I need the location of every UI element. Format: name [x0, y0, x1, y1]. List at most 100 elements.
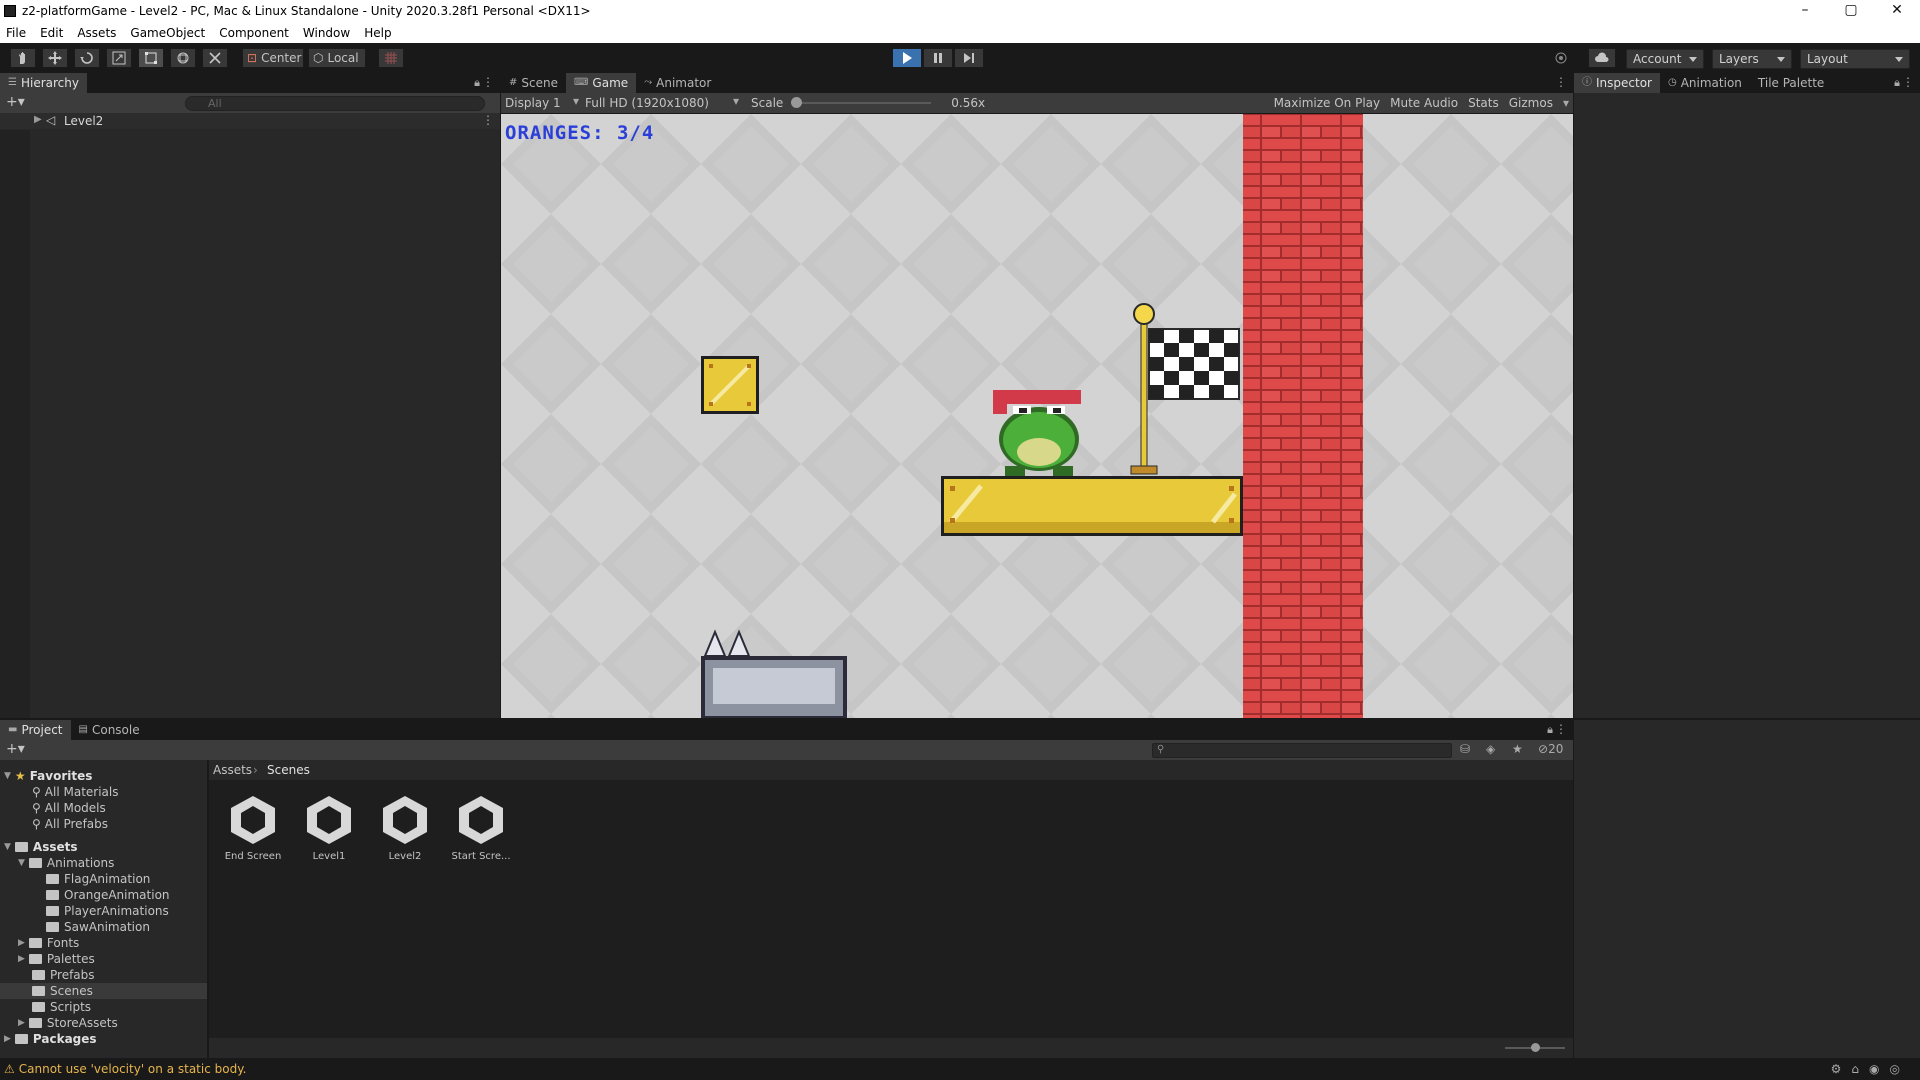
tab-inspector[interactable]: ⓘ Inspector [1574, 73, 1660, 93]
favorite-item[interactable]: ⚲ All Models [32, 800, 106, 816]
breadcrumb-scenes[interactable]: Scenes [267, 763, 310, 777]
tab-console[interactable]: ▤ Console [71, 720, 148, 740]
folder-item[interactable]: ▶ Palettes [18, 951, 95, 967]
folder-icon [32, 1002, 45, 1012]
status-message[interactable]: Cannot use 'velocity' on a static body. [19, 1062, 247, 1076]
minimize-button[interactable]: – [1782, 0, 1828, 22]
rect-tool-icon[interactable] [138, 48, 164, 68]
filter-type-icon[interactable]: ⛁ [1460, 742, 1470, 756]
favorite-item[interactable]: ⚲ All Prefabs [32, 816, 108, 832]
pivot-icon: ⊡ [247, 51, 258, 65]
menu-edit[interactable]: Edit [40, 26, 63, 40]
menu-assets[interactable]: Assets [77, 26, 116, 40]
assets-node[interactable]: ▼ Assets [4, 839, 78, 855]
favorite-star-icon[interactable]: ★ [1512, 742, 1523, 756]
folder-item[interactable]: ▶ Fonts [18, 935, 79, 951]
more-options-icon[interactable]: ⋮ [1902, 75, 1914, 89]
folder-label: Prefabs [50, 968, 95, 982]
tab-scene-label: Scene [521, 76, 558, 90]
packages-node[interactable]: ▶ Packages [4, 1031, 97, 1047]
hand-tool-icon[interactable] [10, 48, 36, 68]
gizmos-toggle[interactable]: Gizmos [1509, 96, 1553, 110]
icon-size-slider-thumb[interactable] [1531, 1043, 1540, 1052]
expand-arrow-icon[interactable]: ▶ [34, 114, 42, 125]
layers-dropdown[interactable]: Layers [1712, 49, 1792, 69]
pivot-space-toggle[interactable]: ⬡ Local [308, 48, 366, 68]
hierarchy-row-level2[interactable]: ▶ ◁ Level2 ⋮ [0, 113, 500, 129]
game-view[interactable]: ORANGES: 3/4 [501, 114, 1573, 718]
unity-scene-icon [383, 796, 427, 844]
tab-tile-palette[interactable]: Tile Palette [1750, 73, 1832, 93]
filter-label-icon[interactable]: ◈ [1486, 742, 1495, 756]
lock-icon[interactable]: 🔒︎ [1894, 76, 1900, 90]
folder-item[interactable]: Scripts [32, 999, 91, 1015]
folder-item[interactable]: FlagAnimation [46, 871, 150, 887]
layout-dropdown[interactable]: Layout [1800, 49, 1910, 69]
hierarchy-search-input[interactable]: All [185, 96, 485, 111]
account-dropdown[interactable]: Account [1626, 49, 1704, 69]
project-search-input[interactable]: ⚲ [1152, 743, 1452, 758]
folder-item[interactable]: ▶ StoreAssets [18, 1015, 118, 1031]
scene-asset[interactable]: Start Scre... [443, 792, 519, 862]
more-options-icon[interactable]: ⋮ [1555, 722, 1567, 736]
favorites-node[interactable]: ▼ ★ Favorites [4, 768, 92, 784]
play-button[interactable] [892, 48, 922, 68]
packages-label: Packages [32, 1032, 97, 1046]
cloud-icon[interactable] [1588, 48, 1616, 68]
scale-slider-thumb[interactable] [791, 97, 803, 108]
rotate-tool-icon[interactable] [74, 48, 100, 68]
tab-scene[interactable]: # Scene [501, 73, 566, 93]
folder-item-selected[interactable]: Scenes [0, 983, 207, 999]
more-options-icon[interactable]: ⋮ [482, 75, 494, 89]
move-tool-icon[interactable] [42, 48, 68, 68]
scene-asset-label: Start Scre... [451, 851, 511, 862]
lock-icon[interactable]: 🔒︎ [474, 76, 480, 90]
pivot-center-toggle[interactable]: ⊡ Center [242, 48, 304, 68]
transform-tool-icon[interactable] [170, 48, 196, 68]
create-asset-icon[interactable]: +▾ [6, 741, 25, 757]
space-label: Local [327, 51, 359, 65]
scale-tool-icon[interactable] [106, 48, 132, 68]
menu-component[interactable]: Component [219, 26, 289, 40]
display-dropdown[interactable]: Display 1 ▾ [501, 94, 581, 110]
pause-button[interactable] [923, 48, 953, 68]
step-button[interactable] [954, 48, 984, 68]
folder-icon [28, 938, 42, 948]
tab-hierarchy[interactable]: ☰ Hierarchy [0, 73, 87, 93]
folder-item[interactable]: PlayerAnimations [46, 903, 169, 919]
chevron-down-icon[interactable]: ▾ [1563, 96, 1569, 110]
stats-toggle[interactable]: Stats [1468, 96, 1499, 110]
grid-snap-icon[interactable] [378, 48, 404, 68]
add-object-icon[interactable]: +▾ [6, 94, 25, 110]
more-options-icon[interactable]: ⋮ [1555, 75, 1567, 89]
folder-item[interactable]: OrangeAnimation [46, 887, 170, 903]
tab-project[interactable]: ▬ Project [0, 720, 71, 740]
maximize-on-play-toggle[interactable]: Maximize On Play [1274, 96, 1381, 110]
favorite-item[interactable]: ⚲ All Materials [32, 784, 119, 800]
collab-icon[interactable] [1548, 48, 1574, 68]
resolution-dropdown[interactable]: Full HD (1920x1080) ▾ [581, 94, 741, 110]
folder-item[interactable]: SawAnimation [46, 919, 150, 935]
folder-item[interactable]: Prefabs [32, 967, 95, 983]
menu-help[interactable]: Help [364, 26, 391, 40]
maximize-button[interactable]: ▢ [1828, 0, 1874, 22]
mute-audio-toggle[interactable]: Mute Audio [1390, 96, 1458, 110]
tab-animation[interactable]: ◷ Animation [1660, 73, 1750, 93]
menu-gameobject[interactable]: GameObject [130, 26, 205, 40]
tab-game[interactable]: ⌨ Game [565, 73, 637, 93]
hidden-packages-icon[interactable]: ⊘20 [1538, 742, 1563, 756]
menu-file[interactable]: File [6, 26, 26, 40]
lock-icon[interactable]: 🔒︎ [1547, 723, 1553, 737]
tab-animation-label: Animation [1680, 76, 1742, 90]
scene-asset[interactable]: Level1 [291, 792, 367, 862]
menu-window[interactable]: Window [303, 26, 350, 40]
breadcrumb-assets[interactable]: Assets [213, 763, 252, 777]
custom-tool-icon[interactable] [202, 48, 228, 68]
scene-asset[interactable]: End Screen [215, 792, 291, 862]
scale-slider[interactable] [791, 93, 932, 113]
folder-animations[interactable]: ▼ Animations [18, 855, 114, 871]
tab-animator[interactable]: ⤳ Animator [636, 73, 719, 93]
close-button[interactable]: ✕ [1874, 0, 1920, 22]
row-menu-icon[interactable]: ⋮ [482, 113, 494, 127]
scene-asset[interactable]: Level2 [367, 792, 443, 862]
